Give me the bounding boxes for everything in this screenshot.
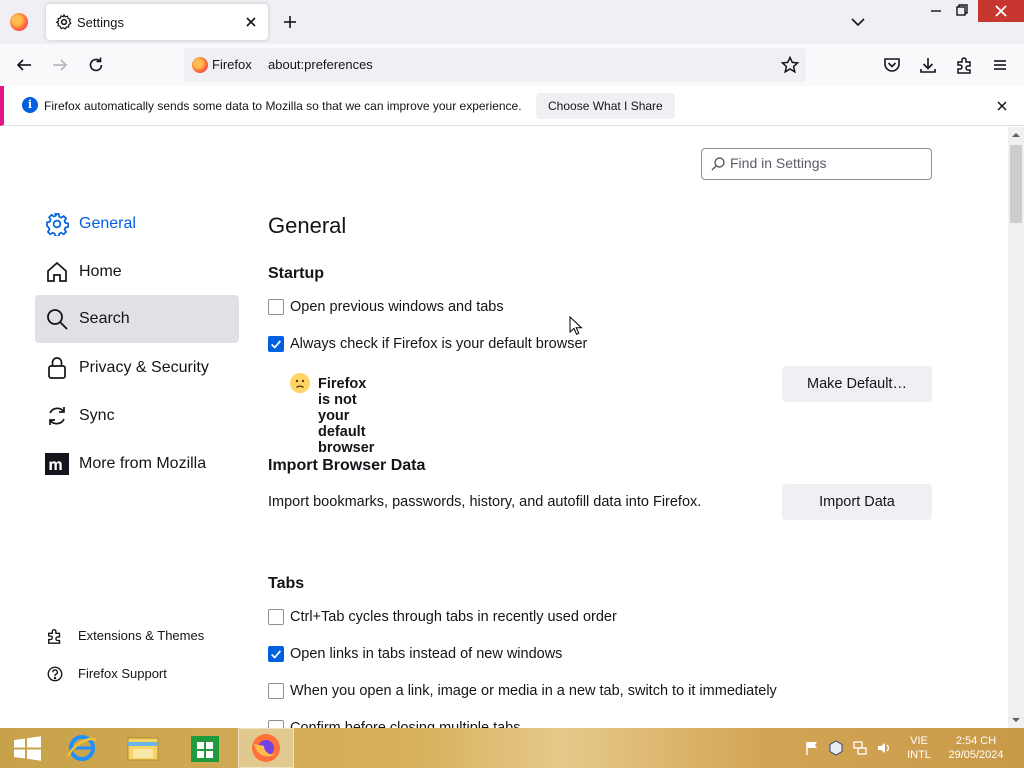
- flag-icon[interactable]: [804, 740, 820, 756]
- import-description: Import bookmarks, passwords, history, an…: [268, 494, 702, 510]
- gear-icon: [55, 13, 72, 30]
- keyboard-layout: INTL: [907, 749, 931, 761]
- system-clock[interactable]: 2:54 CH 29/05/2024: [944, 734, 1008, 762]
- language-code: VIE: [910, 735, 928, 747]
- lock-icon: [48, 357, 66, 379]
- close-icon[interactable]: [994, 98, 1010, 114]
- windows-start-icon[interactable]: [0, 728, 56, 768]
- check-default-checkbox[interactable]: [268, 336, 284, 352]
- extensions-themes-link[interactable]: Extensions & Themes: [46, 624, 236, 648]
- data-reporting-notification: i Firefox automatically sends some data …: [0, 86, 1024, 126]
- restore-icon[interactable]: [946, 0, 978, 22]
- chevron-down-icon[interactable]: [848, 12, 868, 32]
- sidebar-item-home[interactable]: Home: [35, 248, 239, 296]
- taskbar-firefox[interactable]: [238, 728, 294, 768]
- info-icon: i: [22, 97, 38, 113]
- sidebar-label: Sync: [79, 407, 115, 424]
- url-input[interactable]: [268, 57, 668, 72]
- url-bar[interactable]: Firefox: [184, 48, 806, 82]
- import-heading: Import Browser Data: [268, 457, 426, 474]
- firefox-support-label: Firefox Support: [78, 666, 167, 681]
- sad-face-icon: [290, 373, 310, 393]
- settings-page: General Home Search Privacy & Security S…: [0, 127, 1008, 728]
- close-tab-icon[interactable]: [242, 13, 260, 31]
- tab-title: Settings: [77, 15, 124, 30]
- switch-to-new-tab-label[interactable]: When you open a link, image or media in …: [290, 683, 777, 699]
- firefox-logo-icon: [192, 57, 208, 73]
- clock-date: 29/05/2024: [948, 749, 1004, 761]
- taskbar: VIE INTL 2:54 CH 29/05/2024: [0, 728, 1024, 768]
- sidebar-item-search[interactable]: Search: [35, 295, 239, 343]
- import-data-button[interactable]: Import Data: [782, 484, 932, 520]
- extensions-themes-label: Extensions & Themes: [78, 628, 205, 643]
- clock-time: 2:54 CH: [955, 735, 997, 747]
- reload-icon[interactable]: [86, 55, 106, 75]
- input-language[interactable]: VIE INTL: [904, 734, 934, 762]
- sidebar-item-general[interactable]: General: [35, 200, 239, 248]
- ctrl-tab-label[interactable]: Ctrl+Tab cycles through tabs in recently…: [290, 609, 617, 625]
- choose-what-i-share-button[interactable]: Choose What I Share: [536, 93, 675, 119]
- sidebar-item-privacy[interactable]: Privacy & Security: [35, 344, 239, 392]
- search-icon: [47, 309, 68, 330]
- firefox-logo-icon: [252, 734, 280, 762]
- puzzle-icon: [48, 629, 61, 644]
- back-arrow-icon[interactable]: [14, 55, 34, 75]
- tab-strip: Settings: [0, 0, 1024, 44]
- check-default-label[interactable]: Always check if Firefox is your default …: [290, 336, 587, 352]
- scrollbar-thumb[interactable]: [1010, 145, 1022, 223]
- scroll-up-arrow-icon[interactable]: [1008, 127, 1024, 143]
- tray-app-icon[interactable]: [828, 740, 844, 756]
- internet-explorer-icon[interactable]: [54, 728, 110, 768]
- identity-label: Firefox: [212, 57, 252, 72]
- new-tab-icon[interactable]: [280, 12, 300, 32]
- firefox-support-link[interactable]: Firefox Support: [46, 662, 236, 686]
- sidebar-label: Search: [79, 310, 130, 327]
- not-default-message: Firefox is not your default browser: [318, 376, 375, 456]
- home-icon: [47, 261, 67, 282]
- sidebar-label: Home: [79, 263, 122, 280]
- sidebar-label: More from Mozilla: [79, 455, 207, 472]
- make-default-button[interactable]: Make Default…: [782, 366, 932, 402]
- find-in-settings[interactable]: [701, 148, 932, 180]
- gear-icon: [46, 213, 69, 236]
- sidebar-label: Privacy & Security: [79, 359, 209, 376]
- confirm-close-tabs-checkbox[interactable]: [268, 720, 284, 728]
- tab-settings[interactable]: Settings: [46, 4, 268, 40]
- open-previous-label[interactable]: Open previous windows and tabs: [290, 299, 504, 315]
- sidebar-label: General: [79, 215, 136, 232]
- pocket-icon[interactable]: [882, 55, 902, 75]
- open-links-in-tabs-checkbox[interactable]: [268, 646, 284, 662]
- confirm-close-tabs-label[interactable]: Confirm before closing multiple tabs: [290, 720, 521, 728]
- search-icon: [711, 157, 725, 171]
- forward-arrow-icon[interactable]: [50, 55, 70, 75]
- store-icon[interactable]: [177, 728, 233, 768]
- bookmark-star-icon[interactable]: [780, 55, 800, 75]
- open-previous-checkbox[interactable]: [268, 299, 284, 315]
- mozilla-icon: [45, 453, 69, 475]
- notification-message: Firefox automatically sends some data to…: [44, 99, 522, 113]
- open-links-in-tabs-label[interactable]: Open links in tabs instead of new window…: [290, 646, 562, 662]
- firefox-view-icon[interactable]: [10, 13, 28, 31]
- sync-icon: [49, 407, 65, 425]
- search-input[interactable]: [730, 155, 925, 171]
- help-icon: [47, 666, 63, 682]
- window-close-icon[interactable]: [978, 0, 1024, 22]
- startup-heading: Startup: [268, 265, 324, 282]
- sidebar-item-sync[interactable]: Sync: [35, 392, 239, 440]
- download-icon[interactable]: [918, 55, 938, 75]
- extensions-icon[interactable]: [954, 55, 974, 75]
- file-explorer-icon[interactable]: [115, 728, 171, 768]
- menu-icon[interactable]: [990, 55, 1010, 75]
- page-scrollbar[interactable]: [1008, 127, 1024, 728]
- volume-icon[interactable]: [876, 740, 892, 756]
- switch-to-new-tab-checkbox[interactable]: [268, 683, 284, 699]
- ctrl-tab-checkbox[interactable]: [268, 609, 284, 625]
- tabs-heading: Tabs: [268, 575, 305, 592]
- network-icon[interactable]: [852, 740, 868, 756]
- scroll-down-arrow-icon[interactable]: [1008, 712, 1024, 728]
- identity-box[interactable]: Firefox: [184, 48, 260, 82]
- page-title: General: [268, 213, 347, 238]
- sidebar-item-more-from-mozilla[interactable]: More from Mozilla: [35, 440, 239, 488]
- mouse-cursor-icon: [569, 316, 583, 335]
